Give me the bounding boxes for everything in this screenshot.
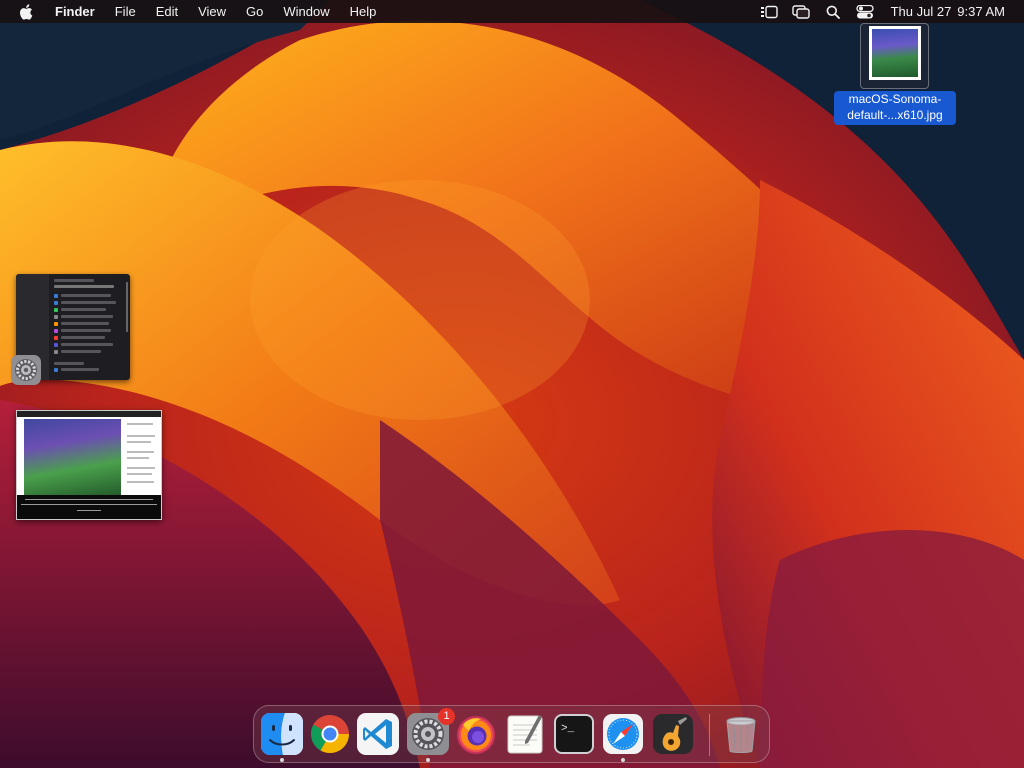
svg-text:>_: >_ [561, 723, 575, 735]
running-indicator [426, 758, 430, 762]
notification-badge: 1 [438, 708, 455, 725]
menu-view[interactable]: View [188, 0, 236, 23]
dock-safari[interactable] [602, 713, 644, 755]
file-name-label[interactable]: macOS-Sonoma- default-...x610.jpg [834, 91, 956, 125]
menu-help[interactable]: Help [340, 0, 387, 23]
menu-window[interactable]: Window [273, 0, 339, 23]
control-center-icon[interactable] [855, 4, 875, 20]
file-name-line-2: default-...x610.jpg [847, 107, 943, 122]
dock-system-settings[interactable]: 1 [407, 708, 455, 755]
chrome-icon [310, 714, 350, 754]
dock-chrome[interactable] [309, 713, 351, 755]
stage-manager-icon[interactable] [759, 4, 779, 20]
trash-icon [726, 717, 756, 753]
safari-icon [603, 714, 643, 754]
dock: 1 >_ [253, 705, 770, 763]
finder-icon [261, 713, 303, 755]
textedit-icon [507, 715, 543, 754]
running-indicator [280, 758, 284, 762]
menu-go[interactable]: Go [236, 0, 273, 23]
dock-finder[interactable] [261, 713, 303, 755]
clock-date: Thu Jul 27 [890, 4, 952, 19]
menu-bar-clock[interactable]: Thu Jul 27 9:37 AM [891, 4, 1005, 19]
menu-bar: Finder File Edit View Go Window Help Thu… [0, 0, 1024, 23]
dock-separator [709, 714, 710, 756]
dock-firefox[interactable] [455, 713, 497, 755]
file-name-line-1: macOS-Sonoma- [848, 92, 942, 106]
dock-terminal[interactable]: >_ [553, 713, 595, 755]
dock-trash[interactable] [720, 713, 762, 755]
menu-app-name[interactable]: Finder [46, 0, 105, 23]
vscode-icon [357, 713, 399, 755]
image-file-thumbnail[interactable] [869, 26, 921, 80]
sonoma-image-preview [24, 419, 121, 504]
menu-edit[interactable]: Edit [146, 0, 188, 23]
terminal-icon: >_ [554, 714, 594, 754]
system-settings-gear-icon [10, 354, 42, 386]
menu-file[interactable]: File [105, 0, 146, 23]
apple-logo-icon[interactable] [19, 3, 33, 20]
garageband-icon [653, 714, 693, 754]
dock-garageband[interactable] [652, 713, 694, 755]
running-indicator [621, 758, 625, 762]
dock-vscode[interactable] [357, 713, 399, 755]
dock-textedit[interactable] [504, 713, 546, 755]
stage-window-preview-image[interactable] [16, 410, 162, 520]
firefox-icon [457, 716, 495, 754]
spotlight-search-icon[interactable] [823, 4, 843, 20]
screen-mirroring-icon[interactable] [791, 4, 811, 20]
clock-time: 9:37 AM [957, 4, 1005, 19]
